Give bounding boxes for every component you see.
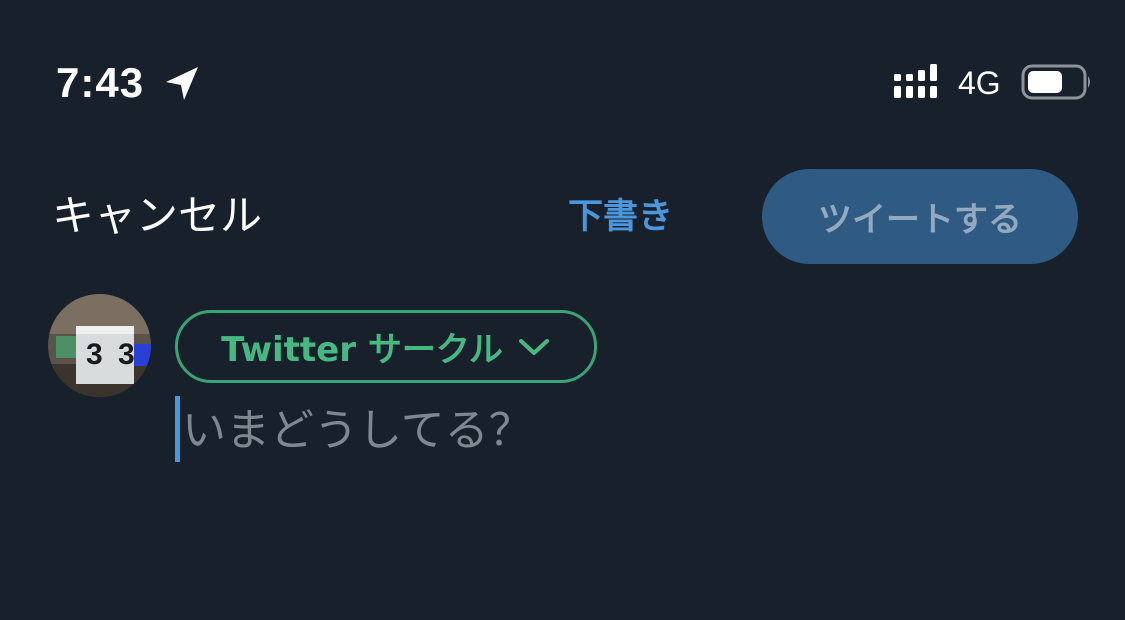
svg-text:3: 3: [86, 338, 103, 371]
drafts-button[interactable]: 下書き: [568, 194, 673, 240]
network-type: 4G: [958, 65, 1001, 101]
battery-icon: [1021, 64, 1090, 100]
status-time: 7:43: [56, 59, 145, 106]
audience-label: Twitter サークル: [221, 330, 503, 370]
compose-input[interactable]: [182, 400, 1082, 460]
avatar[interactable]: 3 3: [48, 294, 151, 397]
tweet-button[interactable]: ツイートする: [762, 169, 1078, 264]
svg-text:3: 3: [118, 338, 135, 371]
cancel-button[interactable]: キャンセル: [52, 188, 262, 244]
text-cursor: [175, 396, 180, 462]
signal-icon: [894, 64, 937, 98]
tweet-button-label: ツイートする: [818, 200, 1022, 240]
chevron-down-icon: [518, 338, 549, 355]
audience-selector[interactable]: Twitter サークル: [175, 310, 597, 383]
location-arrow-icon: [166, 67, 198, 100]
avatar-image: 3 3: [48, 294, 151, 397]
